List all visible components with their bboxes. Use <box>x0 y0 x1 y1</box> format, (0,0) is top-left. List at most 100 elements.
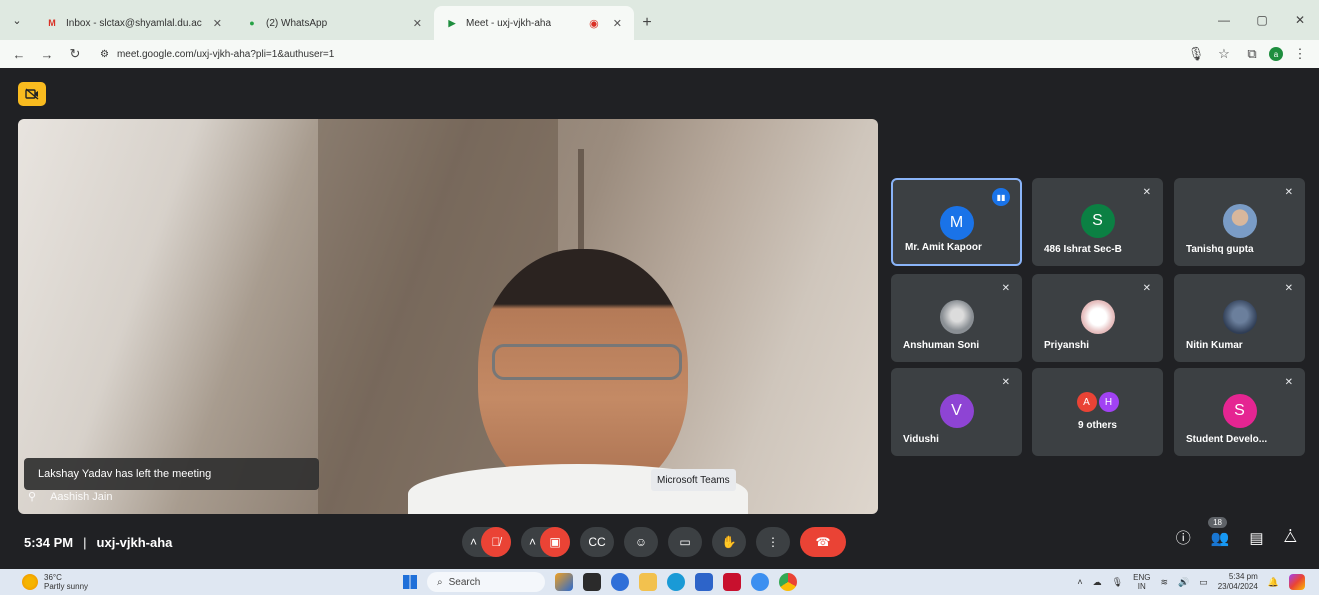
reload-icon[interactable]: ↻ <box>64 43 86 65</box>
address-bar-actions: 🎙 ☆ ⧉ a ⋮ <box>1185 43 1311 65</box>
new-tab-button[interactable]: + <box>634 6 660 40</box>
weather-condition: Partly sunny <box>44 582 89 591</box>
people-icon[interactable]: 👥 <box>1211 529 1230 547</box>
microphone-icon[interactable]: 🎙 <box>1185 43 1207 65</box>
close-window-icon[interactable]: ✕ <box>1281 13 1319 27</box>
forward-icon[interactable]: → <box>36 43 58 65</box>
meet-icon: ▶ <box>448 17 456 28</box>
tab-label: (2) WhatsApp <box>266 17 328 29</box>
mcafee-app-icon[interactable] <box>723 573 741 591</box>
search-icon: ⌕ <box>437 576 443 588</box>
chevron-up-icon[interactable]: ˄ <box>470 535 477 549</box>
raise-hand-button[interactable]: ✋ <box>712 527 747 557</box>
tab-gmail[interactable]: M Inbox - slctax@shyamlal.du.ac ✕ <box>34 6 234 40</box>
participant-tile[interactable]: ✕ Priyanshi <box>1032 274 1163 362</box>
notification-icon[interactable]: 🔔 <box>1268 577 1279 588</box>
taskbar-search[interactable]: ⌕ Search <box>427 572 545 592</box>
teams-app-icon[interactable] <box>611 573 629 591</box>
more-menu-icon[interactable]: ⋮ <box>1289 43 1311 65</box>
meet-area: Lakshay Yadav has left the meeting ⚲ Aas… <box>0 68 1319 569</box>
task-view-icon[interactable] <box>583 573 601 591</box>
copilot-icon[interactable] <box>1289 574 1305 590</box>
chat-icon[interactable]: ▤ <box>1249 529 1263 547</box>
others-tile[interactable]: A H 9 others <box>1032 368 1163 456</box>
pin-icon[interactable]: ⚲ <box>28 490 36 503</box>
profile-avatar[interactable]: a <box>1269 47 1283 61</box>
recording-icon: ◉ <box>589 17 599 30</box>
camera-control[interactable]: ˄ ▣ <box>521 527 571 557</box>
meeting-time: 5:34 PM <box>24 534 74 550</box>
chrome-browser-icon[interactable] <box>779 573 797 591</box>
extensions-icon[interactable]: ⧉ <box>1241 43 1263 65</box>
participant-name: Nitin Kumar <box>1186 340 1243 351</box>
microphone-icon[interactable]: 🎙 <box>1112 577 1123 588</box>
language-indicator[interactable]: ENG IN <box>1133 573 1150 591</box>
cloud-icon[interactable]: ☁ <box>1093 577 1102 588</box>
camera-off-badge-icon[interactable] <box>18 82 46 106</box>
captions-button[interactable]: CC <box>580 527 615 557</box>
system-clock[interactable]: 5:34 pm 23/04/2024 <box>1218 572 1258 592</box>
participant-name: Priyanshi <box>1044 340 1090 351</box>
person-glasses <box>492 344 682 380</box>
widgets-app-icon[interactable] <box>555 573 573 591</box>
store-app-icon[interactable] <box>695 573 713 591</box>
screen: ⌄ M Inbox - slctax@shyamlal.du.ac ✕ ● (2… <box>0 0 1319 595</box>
star-icon[interactable]: ☆ <box>1213 43 1235 65</box>
tab-meet[interactable]: ▶ Meet - uxj-vjkh-aha ◉ ✕ <box>434 6 634 40</box>
avatar: M <box>939 206 974 240</box>
tab-search-icon[interactable]: ⌄ <box>0 0 34 40</box>
minimize-icon[interactable]: — <box>1205 13 1243 27</box>
camera-off-button[interactable]: ▣ <box>540 527 571 557</box>
windows-taskbar: 36°C Partly sunny ⌕ Search ˄ ☁ 🎙 ENG IN … <box>0 569 1319 595</box>
meeting-code: uxj-vjkh-aha <box>96 534 173 550</box>
participant-tile[interactable]: ✕ Tanishq gupta <box>1174 178 1305 266</box>
system-tray: ˄ ☁ 🎙 ENG IN ≋ 🔊 ▭ 5:34 pm 23/04/2024 🔔 <box>1077 572 1305 592</box>
clock-time: 5:34 pm <box>1228 572 1258 581</box>
chat-app-icon[interactable] <box>751 573 769 591</box>
file-explorer-icon[interactable] <box>639 573 657 591</box>
participant-tile[interactable]: ▮▮ M Mr. Amit Kapoor <box>891 178 1022 266</box>
main-video-feed[interactable] <box>18 119 878 514</box>
participant-tile[interactable]: ✕ Nitin Kumar <box>1174 274 1305 362</box>
more-options-button[interactable]: ⋮ <box>756 527 791 557</box>
weather-widget[interactable]: 36°C Partly sunny <box>22 573 88 591</box>
edge-browser-icon[interactable] <box>667 573 685 591</box>
mic-off-button[interactable]: 🎙̸ <box>481 527 512 557</box>
close-icon[interactable]: ✕ <box>213 17 222 30</box>
leave-call-button[interactable]: ☎ <box>800 527 847 557</box>
participant-tile[interactable]: ✕ S 486 Ishrat Sec-B <box>1032 178 1163 266</box>
activities-icon[interactable]: ⧊ <box>1284 529 1297 546</box>
participant-tile[interactable]: ✕ Anshuman Soni <box>891 274 1022 362</box>
wifi-icon[interactable]: ≋ <box>1160 577 1168 588</box>
site-info-icon[interactable]: ⚙ <box>100 49 109 60</box>
info-icon[interactable]: ⓘ <box>1176 527 1191 548</box>
mic-off-icon: ✕ <box>1142 187 1151 198</box>
chevron-up-icon[interactable]: ˄ <box>529 535 536 549</box>
close-icon[interactable]: ✕ <box>413 17 422 30</box>
url-field[interactable]: ⚙ meet.google.com/uxj-vjkh-aha?pli=1&aut… <box>92 43 342 65</box>
tab-whatsapp[interactable]: ● (2) WhatsApp ✕ <box>234 6 434 40</box>
emoji-button[interactable]: ☺ <box>624 527 659 557</box>
windows-start-icon[interactable] <box>403 575 417 589</box>
tab-label: Inbox - slctax@shyamlal.du.ac <box>66 17 202 29</box>
mic-off-icon: ✕ <box>1284 377 1293 388</box>
mic-control[interactable]: ˄ 🎙̸ <box>462 527 512 557</box>
meet-control-bar: 5:34 PM | uxj-vjkh-aha ˄ 🎙̸ ˄ ▣ CC ☺ ▭ ✋… <box>0 519 1319 565</box>
close-icon[interactable]: ✕ <box>613 17 622 30</box>
gmail-icon: M <box>48 18 56 28</box>
avatar: H <box>1098 392 1119 412</box>
whatsapp-icon: ● <box>249 18 255 28</box>
chevron-up-icon[interactable]: ˄ <box>1077 577 1082 587</box>
volume-icon[interactable]: 🔊 <box>1178 577 1189 588</box>
language-code: ENG <box>1133 573 1151 582</box>
back-icon[interactable]: ← <box>8 43 30 65</box>
battery-icon[interactable]: ▭ <box>1199 577 1208 588</box>
participant-tile[interactable]: ✕ V Vidushi <box>891 368 1022 456</box>
address-bar: ← → ↻ ⚙ meet.google.com/uxj-vjkh-aha?pli… <box>0 40 1319 68</box>
participant-tile[interactable]: ✕ S Student Develo... <box>1174 368 1305 456</box>
weather-text: 36°C Partly sunny <box>44 573 88 591</box>
participant-name: 486 Ishrat Sec-B <box>1044 244 1122 255</box>
present-button[interactable]: ▭ <box>668 527 703 557</box>
restore-icon[interactable]: ▢ <box>1243 13 1281 27</box>
avatar-photo <box>1222 300 1257 334</box>
